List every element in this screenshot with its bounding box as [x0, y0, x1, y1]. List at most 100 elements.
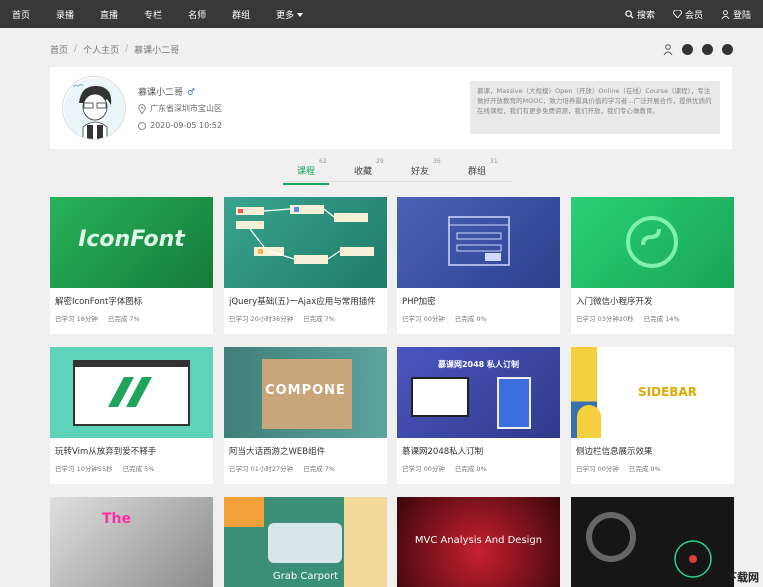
course-studied: 已学习 03分钟20秒 [576, 315, 634, 323]
course-progress: 已完成 0% [454, 315, 487, 323]
person-icon[interactable] [663, 43, 673, 55]
share-icons [663, 43, 733, 55]
course-studied: 已学习 00分钟 [402, 465, 445, 473]
course-thumbnail [397, 197, 560, 288]
course-title: jQuery基础(五)一Ajax应用与常用插件 [229, 297, 376, 307]
course-title: PHP加密 [402, 297, 436, 307]
tab-favorites[interactable]: 收藏 29 [354, 158, 411, 181]
course-thumbnail [224, 197, 387, 288]
course-thumbnail [571, 497, 734, 587]
course-title: 侧边栏信息展示效果 [576, 447, 653, 457]
course-meta: 已学习 00分钟 已完成 0% [402, 463, 560, 473]
course-thumbnail: The [50, 497, 213, 587]
course-studied: 已学习 01小时27分钟 [229, 465, 294, 473]
monitor-vim-illustration [73, 360, 190, 426]
tile-orange [224, 497, 264, 527]
tab-groups-label: 群组 [468, 167, 487, 177]
clock-icon [138, 121, 146, 130]
course-card[interactable]: SIDEBAR 侧边栏信息展示效果 已学习 00分钟 已完成 0% [571, 347, 734, 484]
course-meta: 已学习 00分钟 已完成 0% [402, 313, 560, 323]
thumb-title: The [101, 511, 131, 527]
course-meta: 已学习 03分钟20秒 已完成 14% [576, 313, 734, 323]
minion-illustration [577, 405, 601, 438]
course-thumbnail: SIDEBAR [571, 347, 734, 438]
phone-illustration [497, 377, 531, 429]
weibo-icon[interactable] [722, 43, 733, 55]
tab-friends-count: 36 [433, 158, 441, 165]
course-card[interactable]: 慕课网2048 私人订制 慕课网2048私人订制 已学习 00分钟 已完成 0% [397, 347, 560, 484]
course-card[interactable]: 玩转Vim从放弃到爱不释手 已学习 10分钟55秒 已完成 5% [50, 347, 213, 484]
search-button[interactable]: 搜索 [625, 8, 655, 21]
tab-groups[interactable]: 群组 31 [468, 158, 525, 181]
avatar-illustration [64, 78, 125, 139]
tab-favorites-label: 收藏 [354, 167, 373, 177]
course-meta: 已学习 10分钟55秒 已完成 5% [55, 463, 213, 473]
qq-icon[interactable] [702, 43, 713, 55]
course-thumbnail: Grab Carport [224, 497, 387, 587]
location-pin-icon [138, 103, 146, 114]
course-studied: 已学习 10分钟55秒 [55, 465, 113, 473]
course-card[interactable]: Grab Carport [224, 497, 387, 587]
course-card[interactable]: COMPONE 阿当大话西游之WEB组件 已学习 01小时27分钟 已完成 7% [224, 347, 387, 484]
tab-favorites-count: 29 [376, 158, 384, 165]
profile-card: 慕课小二哥 ♂ 广东省深圳市宝山区 2020-09-05 10:52 慕课，Mas… [50, 67, 732, 149]
tab-courses-label: 课程 [297, 167, 316, 177]
course-thumbnail: COMPONE [224, 347, 387, 438]
course-card[interactable]: MVC Analysis And Design [397, 497, 560, 587]
mini-program-icon [626, 216, 678, 268]
course-progress: 已完成 7% [303, 315, 335, 323]
tab-friends-label: 好友 [411, 167, 430, 177]
profile-name: 慕课小二哥 ♂ [138, 85, 195, 98]
course-title: 入门微信小程序开发 [576, 297, 653, 307]
chevron-down-icon [297, 13, 304, 17]
course-card[interactable]: jQuery基础(五)一Ajax应用与常用插件 已学习 20小时36分钟 已完成 … [224, 197, 387, 334]
profile-intro: 慕课，Massive（大规模）Open（开放）Online（在线）Course（… [470, 81, 720, 134]
car-illustration [268, 523, 342, 563]
vip-button[interactable]: 会员 [672, 8, 703, 21]
login-button[interactable]: 登陆 [721, 8, 751, 21]
tab-courses-count: 62 [319, 158, 327, 165]
tab-courses[interactable]: 课程 62 [283, 158, 354, 185]
profile-location: 广东省深圳市宝山区 [138, 103, 222, 114]
nav-more-label: 更多 [276, 10, 295, 21]
nav-groups[interactable]: 群组 [232, 8, 250, 21]
profile-tabs: 课程 62 收藏 29 好友 36 群组 31 [283, 158, 525, 185]
breadcrumb-profile[interactable]: 个人主页 [83, 43, 119, 56]
nav-home[interactable]: 首页 [12, 8, 30, 21]
tab-groups-count: 31 [490, 158, 498, 165]
breadcrumb-home[interactable]: 首页 [50, 43, 68, 56]
nav-recorded[interactable]: 录播 [56, 8, 74, 21]
browser-lock-illustration [448, 216, 510, 266]
course-card[interactable]: 入门微信小程序开发 已学习 03分钟20秒 已完成 14% [571, 197, 734, 334]
tab-divider [282, 181, 512, 182]
thumb-title: SIDEBAR [638, 385, 697, 399]
course-card[interactable]: The [50, 497, 213, 587]
course-progress: 已完成 0% [628, 465, 661, 473]
course-progress: 已完成 7% [107, 315, 140, 323]
course-title: 阿当大话西游之WEB组件 [229, 447, 326, 457]
nav-left: 首页 录播 直播 专栏 名师 群组 更多 [12, 8, 355, 21]
search-label: 搜索 [636, 10, 655, 21]
course-studied: 已学习 20小时36分钟 [229, 315, 294, 323]
avatar [62, 76, 126, 140]
course-progress: 已完成 7% [303, 465, 335, 473]
nav-teachers[interactable]: 名师 [188, 8, 206, 21]
course-thumbnail [571, 197, 734, 288]
profile-name-text: 慕课小二哥 [138, 88, 184, 98]
thumb-title: MVC Analysis And Design [414, 535, 543, 546]
thumb-title: 慕课网2048 私人订制 [437, 360, 520, 369]
course-card[interactable]: IconFont 解密IconFont字体图标 已学习 18分钟 已完成 7% [50, 197, 213, 334]
course-progress: 已完成 5% [122, 465, 155, 473]
tab-friends[interactable]: 好友 36 [411, 158, 468, 181]
course-meta: 已学习 18分钟 已完成 7% [55, 313, 213, 323]
nav-column[interactable]: 专栏 [144, 8, 162, 21]
gender-male-icon: ♂ [187, 88, 196, 98]
course-card[interactable]: PHP加密 已学习 00分钟 已完成 0% [397, 197, 560, 334]
nav-more[interactable]: 更多 [276, 8, 329, 21]
course-title: 慕课网2048私人订制 [402, 447, 484, 457]
course-card[interactable] [571, 497, 734, 587]
course-thumbnail: IconFont [50, 197, 213, 288]
watermark: 下载网 [726, 571, 759, 584]
nav-live[interactable]: 直播 [100, 8, 118, 21]
wechat-icon[interactable] [682, 43, 693, 55]
